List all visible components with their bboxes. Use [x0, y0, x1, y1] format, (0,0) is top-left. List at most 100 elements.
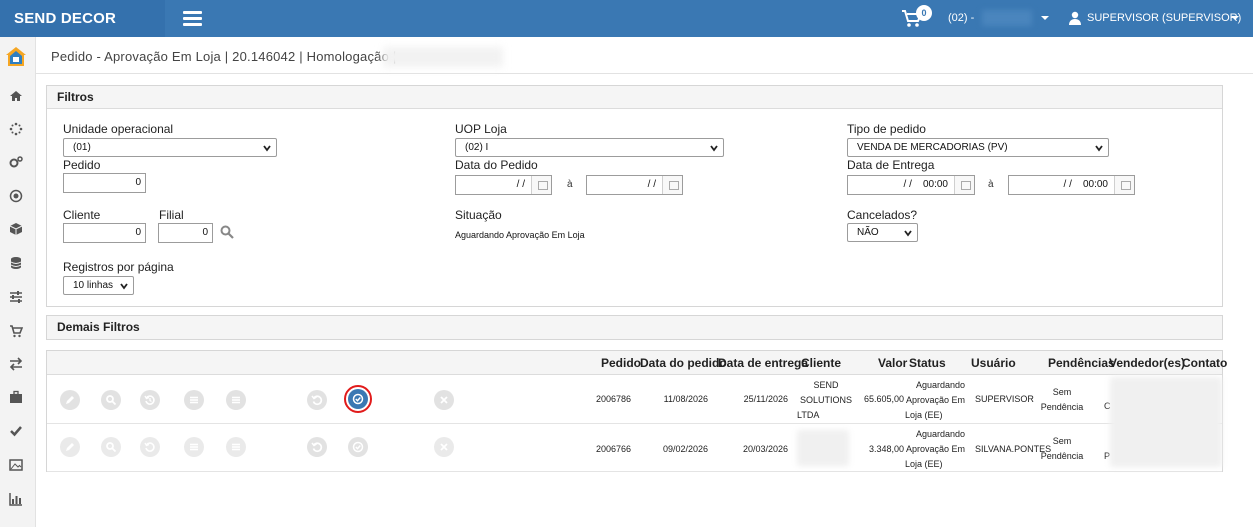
data-pedido-from-input[interactable]: / / — [455, 175, 552, 195]
pedido-input[interactable]: 0 — [63, 173, 146, 193]
more-filters-title[interactable]: Demais Filtros — [47, 316, 1222, 339]
chevron-down-icon — [263, 145, 271, 152]
sliders-icon[interactable] — [9, 290, 23, 304]
tipo-value: VENDA DE MERCADORIAS (PV) — [857, 142, 1008, 153]
registros-select[interactable]: 10 linhas — [63, 276, 134, 295]
spinner-icon[interactable] — [9, 122, 23, 136]
situacao-label: Situação — [455, 208, 502, 222]
menu-toggle-icon[interactable] — [183, 11, 202, 26]
pendencia-line: Sem — [1052, 436, 1072, 446]
list-icon[interactable] — [184, 390, 204, 410]
calendar-icon[interactable] — [1114, 176, 1134, 194]
undo-icon[interactable] — [307, 390, 327, 410]
view-icon[interactable] — [101, 390, 121, 410]
data-pedido-to-input[interactable]: / / — [586, 175, 683, 195]
registros-value: 10 linhas — [73, 280, 114, 291]
cell-data-entrega: 25/11/2026 — [743, 394, 788, 404]
approve-icon[interactable] — [348, 437, 368, 457]
cell-data-entrega: 20/03/2026 — [742, 444, 788, 454]
cube-icon[interactable] — [9, 222, 23, 236]
approve-icon[interactable] — [348, 389, 368, 409]
history-icon[interactable] — [140, 390, 160, 410]
pendencia-line: Pendência — [1040, 451, 1084, 461]
logo-icon[interactable] — [5, 46, 27, 68]
search-icon[interactable] — [220, 225, 234, 239]
cell-data-pedido: 11/08/2026 — [663, 394, 708, 404]
details-icon[interactable] — [226, 390, 246, 410]
app-title[interactable]: SEND DECOR — [0, 0, 165, 37]
uop-select[interactable]: (02) I — [455, 138, 724, 157]
date-range-separator: à — [988, 179, 994, 190]
calendar-icon[interactable] — [662, 176, 682, 194]
cancelados-select[interactable]: NÃO — [847, 223, 918, 242]
history-icon[interactable] — [140, 437, 160, 457]
col-pedido[interactable]: Pedido — [601, 351, 641, 375]
image-icon[interactable] — [9, 458, 23, 472]
exchange-icon[interactable] — [9, 357, 23, 371]
data-entrega-from-input[interactable]: / / 00:00 — [847, 175, 975, 195]
cell-data-pedido: 09/02/2026 — [662, 444, 708, 454]
chevron-down-icon[interactable] — [1231, 16, 1239, 20]
list-icon[interactable] — [184, 437, 204, 457]
data-entrega-from-value: / / 00:00 — [903, 179, 948, 190]
pendencia-line: Sem — [1052, 387, 1072, 397]
data-entrega-to-input[interactable]: / / 00:00 — [1008, 175, 1135, 195]
data-pedido-to-value: / / — [647, 179, 656, 190]
uop-label: UOP Loja — [455, 122, 507, 136]
edit-icon[interactable] — [60, 437, 80, 457]
pedido-label: Pedido — [63, 158, 101, 172]
home-icon[interactable] — [9, 89, 23, 103]
briefcase-icon[interactable] — [9, 390, 23, 404]
cliente-input[interactable]: 0 — [63, 223, 146, 243]
col-contato[interactable]: Contato — [1182, 351, 1227, 375]
col-data-entrega[interactable]: Data de entrega — [718, 351, 808, 375]
status-line: Aprovação Em — [905, 395, 965, 405]
target-icon[interactable] — [9, 189, 23, 203]
breadcrumb: Pedido - Aprovação Em Loja | 20.146042 |… — [36, 37, 1253, 74]
uop-value: (02) I — [465, 142, 489, 153]
check-icon[interactable] — [9, 424, 23, 438]
cancel-icon[interactable] — [434, 437, 454, 457]
chevron-down-icon[interactable] — [1041, 16, 1049, 20]
chevron-down-icon — [710, 145, 718, 152]
database-icon[interactable] — [9, 256, 23, 270]
filters-panel: Filtros — [46, 85, 1223, 307]
edit-icon[interactable] — [60, 390, 80, 410]
col-data-pedido[interactable]: Data do pedido — [640, 351, 727, 375]
more-filters-panel[interactable]: Demais Filtros — [46, 315, 1223, 340]
table-header: Pedido Data do pedido Data de entrega Cl… — [47, 351, 1227, 375]
details-icon[interactable] — [226, 437, 246, 457]
view-icon[interactable] — [101, 437, 121, 457]
undo-icon[interactable] — [307, 437, 327, 457]
status-line: Loja (EE) — [905, 459, 943, 469]
cart-icon[interactable] — [9, 324, 24, 338]
col-vendedores[interactable]: Vendedor(es) — [1109, 351, 1185, 375]
tipo-select[interactable]: VENDA DE MERCADORIAS (PV) — [847, 138, 1109, 157]
calendar-icon[interactable] — [954, 176, 974, 194]
filial-input[interactable]: 0 — [158, 223, 213, 243]
filters-title[interactable]: Filtros — [47, 86, 1222, 109]
cliente-line: SOLUTIONS — [799, 395, 852, 405]
col-usuario[interactable]: Usuário — [971, 351, 1016, 375]
vendedor-contato-redacted — [1110, 377, 1222, 467]
cogs-icon[interactable] — [9, 155, 23, 169]
table-row[interactable]: 2006786 11/08/2026 25/11/2026 SEND SOLUT… — [47, 376, 1222, 424]
store-name-redacted — [982, 10, 1032, 26]
store-selector[interactable]: (02) - — [948, 0, 974, 37]
col-pendencias[interactable]: Pendências — [1048, 351, 1115, 375]
calendar-icon[interactable] — [531, 176, 551, 194]
user-menu[interactable]: SUPERVISOR (SUPERVISOR) — [1087, 0, 1241, 37]
breadcrumb-text: Pedido - Aprovação Em Loja | 20.146042 |… — [51, 49, 397, 64]
tipo-label: Tipo de pedido — [847, 122, 926, 136]
col-cliente[interactable]: Cliente — [801, 351, 841, 375]
data-entrega-label: Data de Entrega — [847, 158, 935, 172]
situacao-value: Aguardando Aprovação Em Loja — [455, 230, 585, 240]
status-line: Aguardando — [915, 380, 965, 390]
cancel-icon[interactable] — [434, 390, 454, 410]
table-row[interactable]: 2006766 09/02/2026 20/03/2026 3.348,00 A… — [47, 424, 1222, 472]
unidade-label: Unidade operacional — [63, 122, 174, 136]
unidade-select[interactable]: (01) — [63, 138, 277, 157]
col-valor[interactable]: Valor — [878, 351, 907, 375]
bar-chart-icon[interactable] — [9, 492, 23, 506]
col-status[interactable]: Status — [909, 351, 946, 375]
